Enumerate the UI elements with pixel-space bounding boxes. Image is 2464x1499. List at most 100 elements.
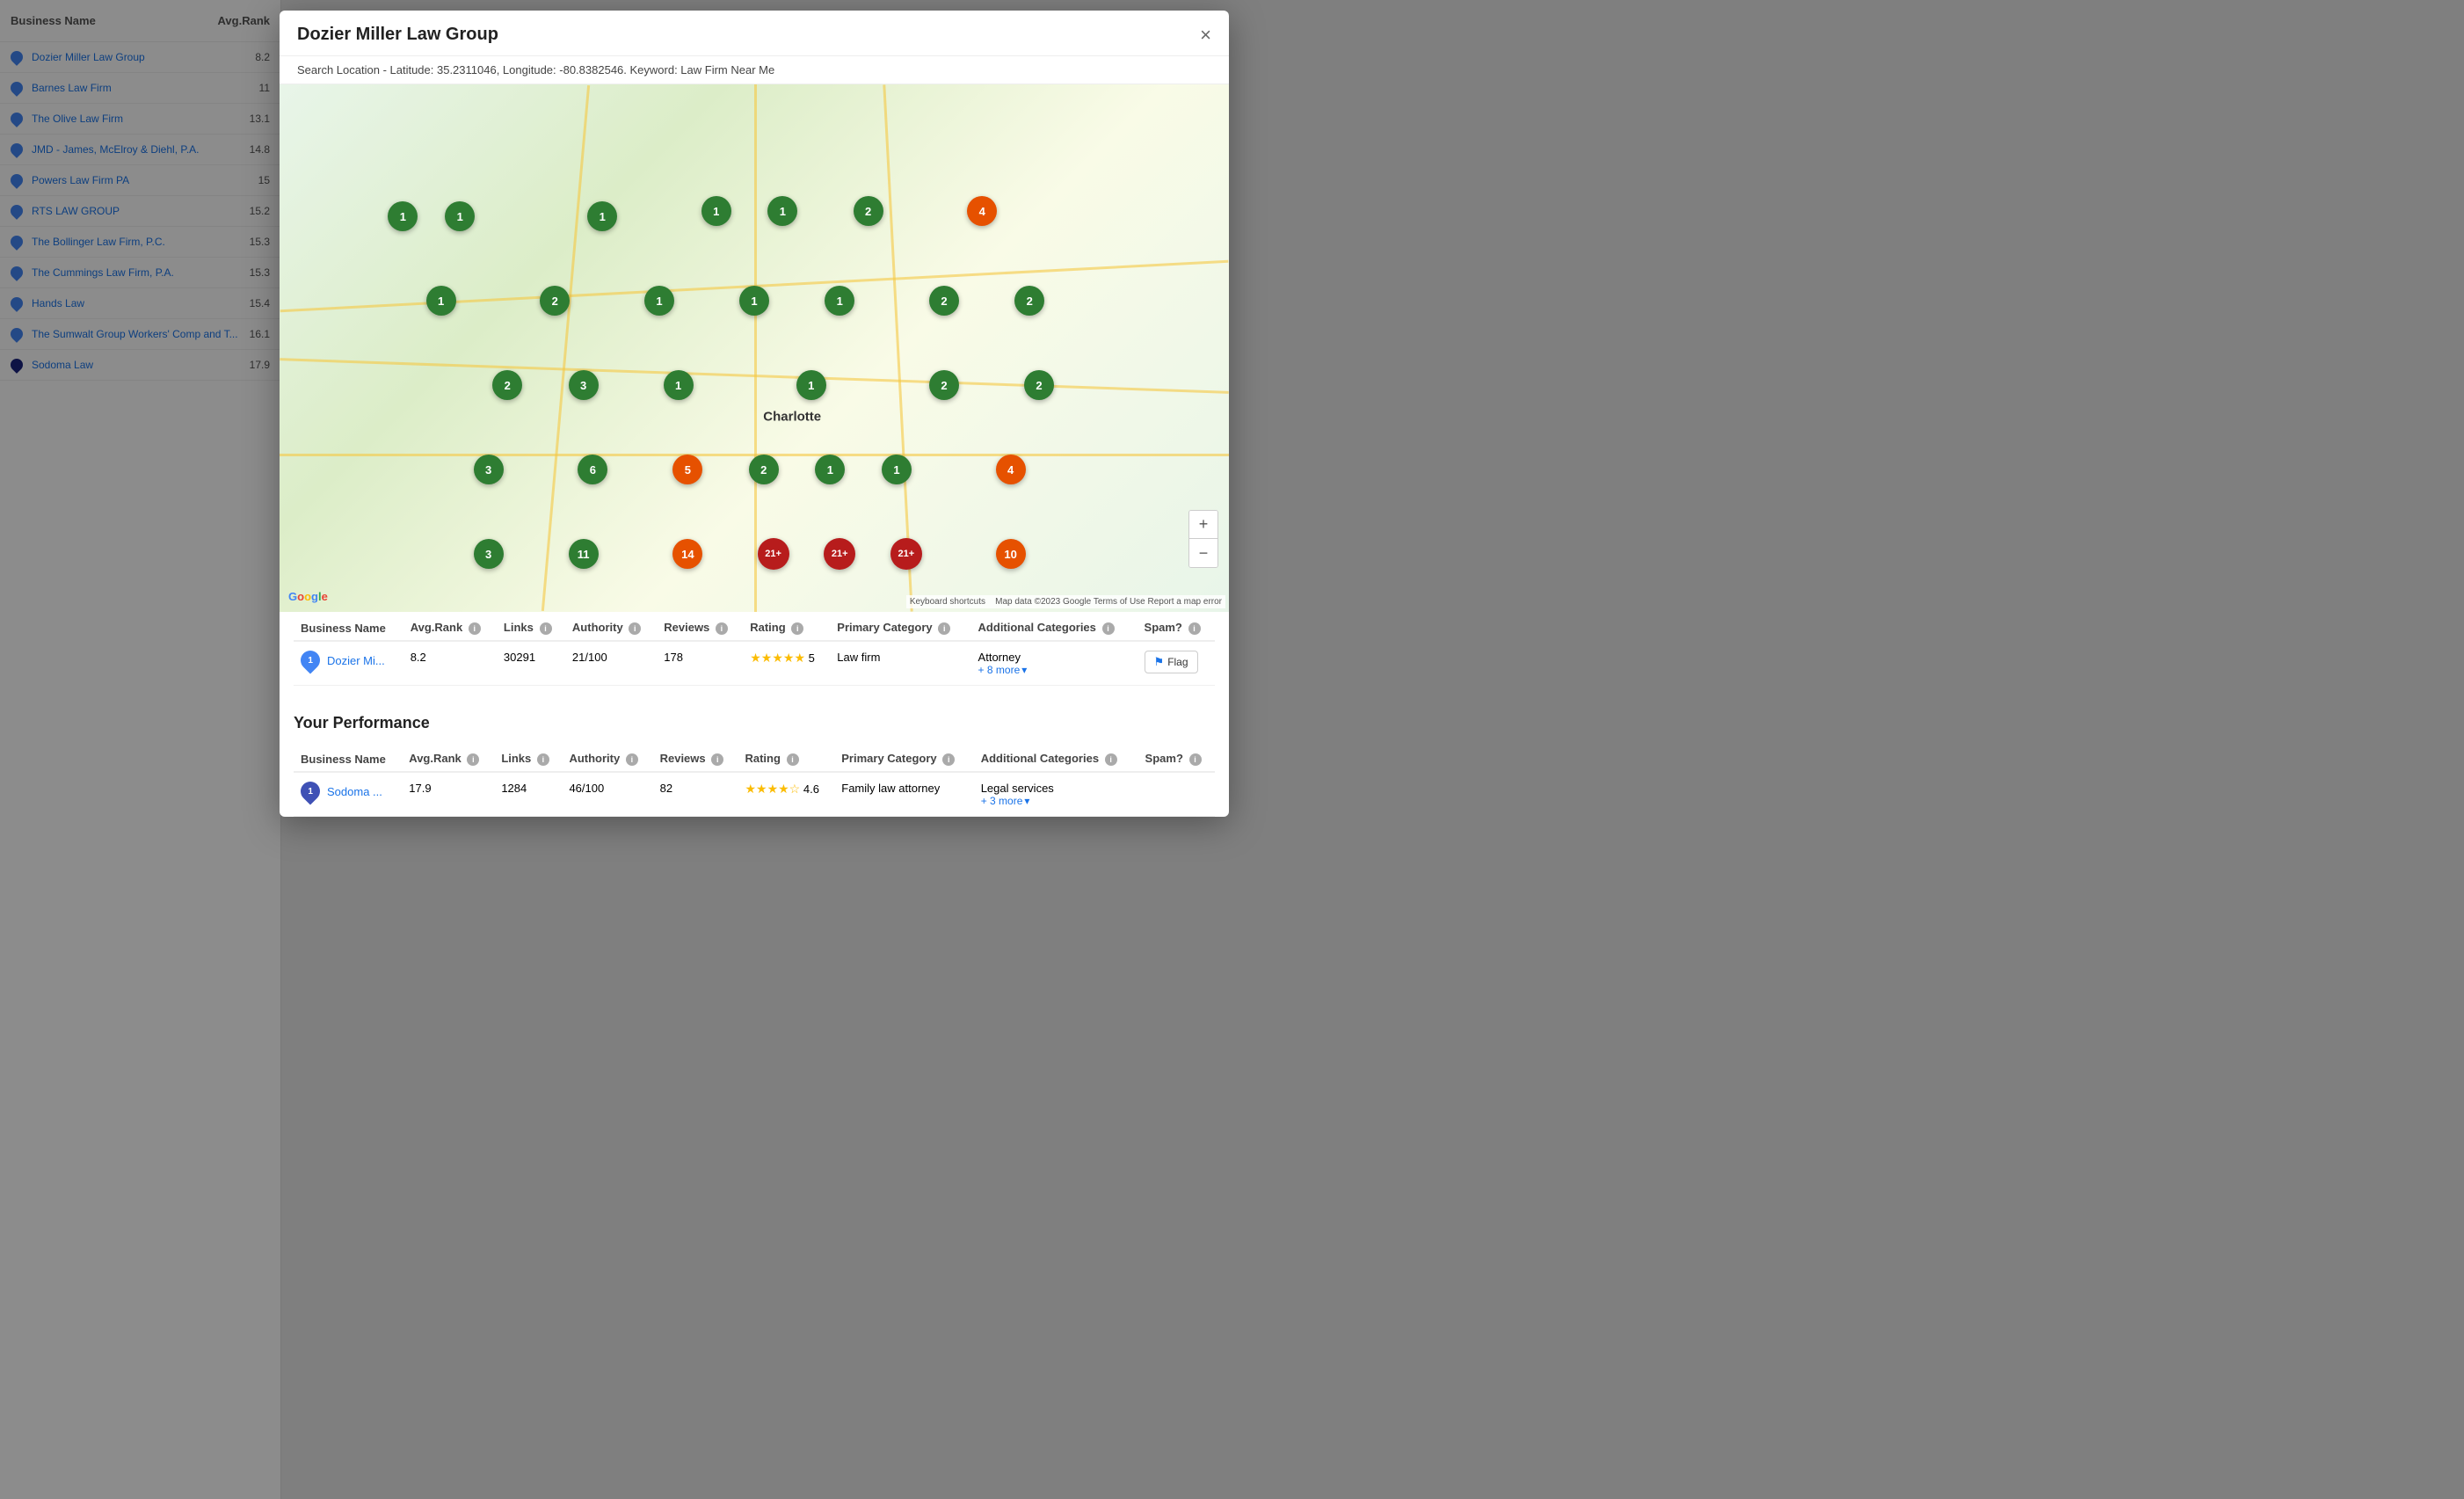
map-marker[interactable]: 1 <box>701 196 731 226</box>
zoom-in-button[interactable]: + <box>1189 511 1217 539</box>
spam-info-icon[interactable]: i <box>1188 622 1201 635</box>
map-marker[interactable]: 21+ <box>890 538 922 570</box>
authority-info-icon[interactable]: i <box>629 622 641 635</box>
td-authority: 46/100 <box>562 772 652 817</box>
th-spam: Spam? i <box>1138 612 1215 641</box>
map-marker[interactable]: 1 <box>825 286 854 316</box>
map-marker[interactable]: 4 <box>996 455 1026 484</box>
th-additional-categories: Additional Categories i <box>971 612 1138 641</box>
map-marker[interactable]: 3 <box>474 455 504 484</box>
map-marker[interactable]: 4 <box>967 196 997 226</box>
perf-additional-cat-more-link[interactable]: + 3 more ▾ <box>981 795 1131 807</box>
zoom-out-button[interactable]: − <box>1189 539 1217 567</box>
map-marker[interactable]: 2 <box>1014 286 1044 316</box>
map-marker[interactable]: 14 <box>672 539 702 569</box>
road-v1 <box>541 85 590 611</box>
primary-cat-info-icon[interactable]: i <box>938 622 950 635</box>
additional-cat-info-icon[interactable]: i <box>1102 622 1115 635</box>
perf-rating-info-icon[interactable]: i <box>787 753 799 766</box>
map-marker[interactable]: 6 <box>578 455 607 484</box>
perf-th-reviews: Reviews i <box>653 743 738 772</box>
avg-rank-info-icon[interactable]: i <box>469 622 481 635</box>
road-v3 <box>883 84 912 611</box>
road-v2 <box>754 84 757 612</box>
chevron-down-icon: ▾ <box>1021 664 1027 676</box>
map-marker[interactable]: 1 <box>587 201 617 231</box>
td-additional-categories: Legal services + 3 more ▾ <box>974 772 1138 817</box>
td-additional-categories: Attorney + 8 more ▾ <box>971 641 1138 686</box>
map-marker[interactable]: 1 <box>445 201 475 231</box>
th-business-name: Business Name <box>294 612 403 641</box>
perf-primary-cat-info-icon[interactable]: i <box>942 753 955 766</box>
map-marker[interactable]: 3 <box>569 370 599 400</box>
top-table: Business Name Avg.Rank i Links i Authori… <box>294 612 1215 686</box>
modal-close-button[interactable]: × <box>1200 25 1211 45</box>
map-marker[interactable]: 1 <box>664 370 694 400</box>
td-rating: ★★★★☆ 4.6 <box>738 772 834 817</box>
rating-info-icon[interactable]: i <box>791 622 803 635</box>
map-marker[interactable]: 1 <box>882 455 912 484</box>
map-marker[interactable]: 21+ <box>758 538 789 570</box>
map-marker[interactable]: 1 <box>739 286 769 316</box>
perf-th-spam: Spam? i <box>1138 743 1215 772</box>
map-marker[interactable]: 2 <box>929 370 959 400</box>
reviews-info-icon[interactable]: i <box>716 622 728 635</box>
td-links: 1284 <box>494 772 562 817</box>
star-rating: ★★★★★ <box>750 651 805 666</box>
th-reviews: Reviews i <box>657 612 743 641</box>
top-table-section: Business Name Avg.Rank i Links i Authori… <box>280 612 1229 700</box>
perf-th-rating: Rating i <box>738 743 834 772</box>
perf-additional-cat-value: Legal services <box>981 782 1131 795</box>
table-row: 1 Dozier Mi... 8.2 30291 21/100 178 ★★★★… <box>294 641 1215 686</box>
th-authority: Authority i <box>565 612 657 641</box>
td-spam <box>1138 772 1215 817</box>
chevron-down-icon: ▾ <box>1024 795 1029 807</box>
business-link[interactable]: Dozier Mi... <box>327 654 385 667</box>
map-marker[interactable]: 2 <box>749 455 779 484</box>
performance-table-head: Business Name Avg.Rank i Links i Authori… <box>294 743 1215 772</box>
flag-button[interactable]: ⚑ Flag <box>1145 651 1198 673</box>
td-primary-category: Law firm <box>830 641 970 686</box>
map-marker[interactable]: 1 <box>767 196 797 226</box>
map-marker[interactable]: 1 <box>815 455 845 484</box>
map-marker[interactable]: 2 <box>1024 370 1054 400</box>
perf-avg-rank-info-icon[interactable]: i <box>467 753 479 766</box>
th-links: Links i <box>497 612 565 641</box>
td-avg-rank: 17.9 <box>402 772 494 817</box>
perf-links-info-icon[interactable]: i <box>537 753 549 766</box>
perf-authority-info-icon[interactable]: i <box>626 753 638 766</box>
map-marker[interactable]: 1 <box>388 201 418 231</box>
td-reviews: 82 <box>653 772 738 817</box>
map-marker[interactable]: 11 <box>569 539 599 569</box>
perf-th-avg-rank: Avg.Rank i <box>402 743 494 772</box>
map-marker[interactable]: 2 <box>854 196 883 226</box>
additional-cat-more-link[interactable]: + 8 more ▾ <box>978 664 1130 676</box>
links-info-icon[interactable]: i <box>540 622 552 635</box>
map-marker[interactable]: 1 <box>644 286 674 316</box>
map-marker[interactable]: 10 <box>996 539 1026 569</box>
map-marker[interactable]: 2 <box>540 286 570 316</box>
perf-star-rating: ★★★★☆ <box>745 782 800 797</box>
perf-th-additional-categories: Additional Categories i <box>974 743 1138 772</box>
map-marker[interactable]: 2 <box>929 286 959 316</box>
perf-spam-info-icon[interactable]: i <box>1189 753 1202 766</box>
map-attribution: Keyboard shortcuts Map data ©2023 Google… <box>906 595 1225 608</box>
modal-dialog: Dozier Miller Law Group × Search Locatio… <box>280 11 1229 817</box>
map-marker[interactable]: 2 <box>492 370 522 400</box>
keyboard-shortcuts: Keyboard shortcuts <box>910 597 985 607</box>
map-marker[interactable]: 21+ <box>824 538 855 570</box>
map-marker[interactable]: 5 <box>672 455 702 484</box>
top-table-header-row: Business Name Avg.Rank i Links i Authori… <box>294 612 1215 641</box>
perf-additional-cat-info-icon[interactable]: i <box>1105 753 1117 766</box>
perf-reviews-info-icon[interactable]: i <box>711 753 723 766</box>
td-primary-category: Family law attorney <box>834 772 973 817</box>
perf-business-link[interactable]: Sodoma ... <box>327 785 382 798</box>
td-reviews: 178 <box>657 641 743 686</box>
map-marker[interactable]: 3 <box>474 539 504 569</box>
td-links: 30291 <box>497 641 565 686</box>
td-rating: ★★★★★ 5 <box>743 641 830 686</box>
perf-th-authority: Authority i <box>562 743 652 772</box>
map-marker[interactable]: 1 <box>796 370 826 400</box>
map-marker[interactable]: 1 <box>426 286 456 316</box>
td-business-name: 1 Dozier Mi... <box>294 641 403 686</box>
